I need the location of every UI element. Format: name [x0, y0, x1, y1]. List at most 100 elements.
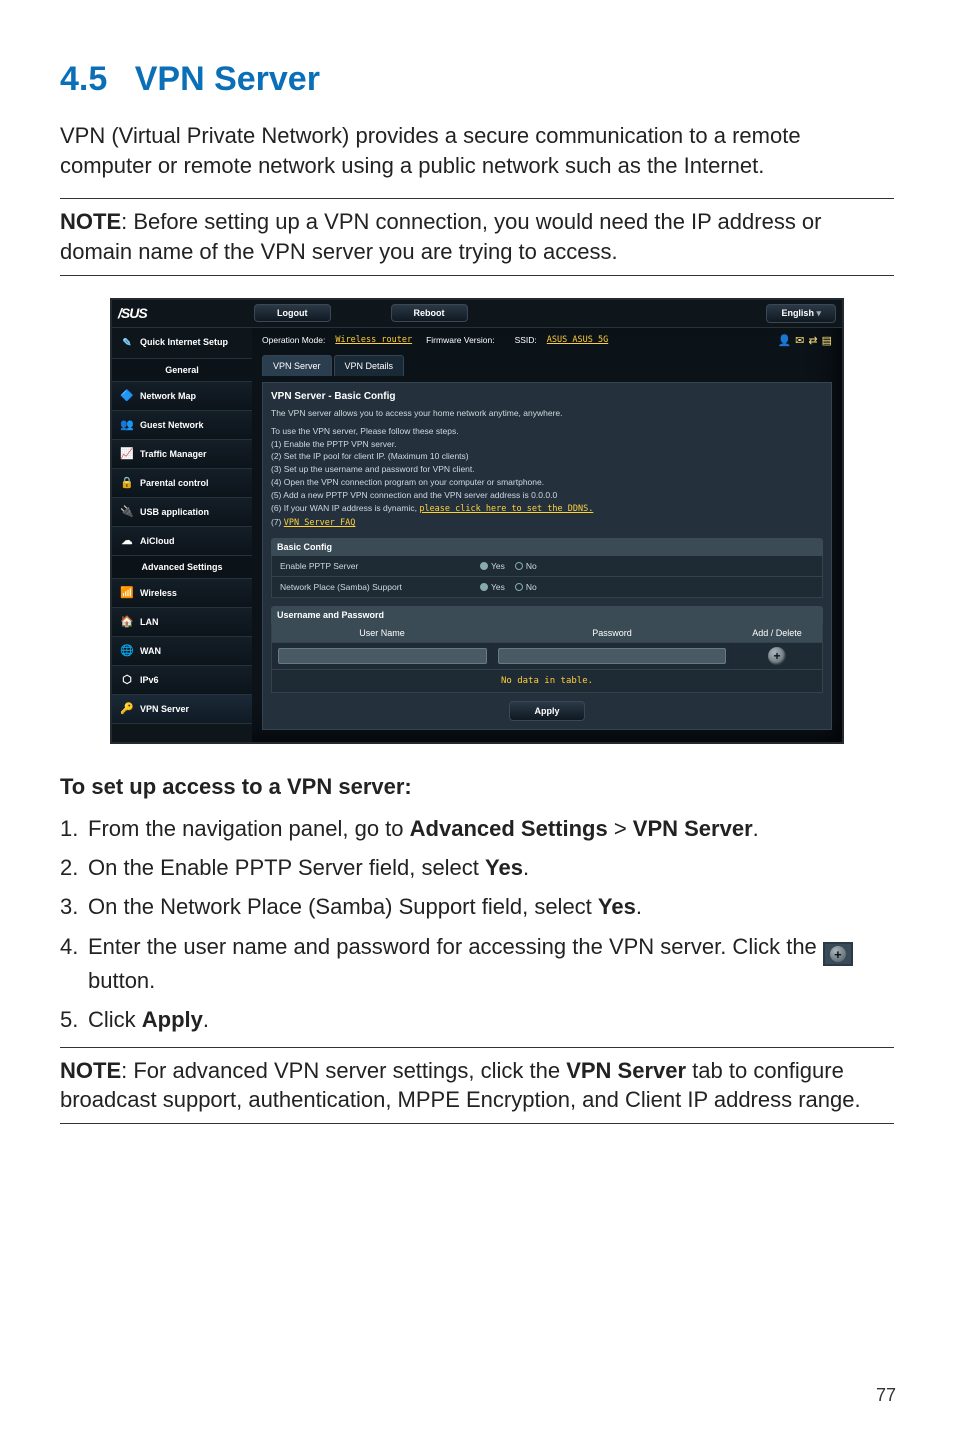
user-icon[interactable]: 👤	[777, 334, 791, 347]
sidebar-item-label: Quick Internet Setup	[140, 338, 228, 348]
sidebar-icon: ☁	[120, 534, 134, 548]
sidebar-icon: 👥	[120, 418, 134, 432]
sidebar-item[interactable]: 🔷 Network Map	[112, 382, 252, 411]
note-text: : Before setting up a VPN connection, yo…	[60, 209, 822, 264]
sidebar-item-label: IPv6	[140, 675, 159, 685]
sidebar-item-label: Network Map	[140, 391, 196, 401]
col-password: Password	[492, 624, 732, 642]
instruction-text: On the Enable PPTP Server field, select …	[88, 853, 894, 882]
panel-step: (4) Open the VPN connection program on y…	[271, 477, 823, 489]
sidebar-item[interactable]: 📈 Traffic Manager	[112, 440, 252, 469]
sidebar-item[interactable]: 🔒Parental control	[112, 469, 252, 498]
instruction-number: 4.	[60, 932, 88, 996]
add-button[interactable]: +	[768, 647, 786, 665]
sidebar-quick-internet-setup[interactable]: ✎ Quick Internet Setup	[112, 328, 252, 359]
sidebar-icon: 🔷	[120, 389, 134, 403]
panel-title: VPN Server - Basic Config	[271, 391, 823, 402]
sidebar-item[interactable]: ⬡ IPv6	[112, 666, 252, 695]
wand-icon: ✎	[120, 336, 134, 350]
basic-config-header: Basic Config	[271, 538, 823, 556]
sidebar-item-label: Traffic Manager	[140, 449, 207, 459]
sidebar-icon: 📈	[120, 447, 134, 461]
step-7: (7) VPN Server FAQ	[271, 517, 823, 530]
logout-button[interactable]: Logout	[254, 304, 331, 322]
instruction-number: 1.	[60, 814, 88, 843]
sidebar-item[interactable]: 📶Wireless	[112, 579, 252, 608]
instruction-text: Click Apply.	[88, 1005, 894, 1034]
language-selector[interactable]: English ▾	[766, 304, 836, 323]
sidebar-item-label: VPN Server	[140, 704, 189, 714]
add-icon: +	[823, 942, 853, 966]
note-text-a: : For advanced VPN server settings, clic…	[121, 1058, 566, 1083]
panel-step: (2) Set the IP pool for client IP. (Maxi…	[271, 451, 823, 463]
instructions-list: 1.From the navigation panel, go to Advan…	[60, 814, 894, 1035]
status-bar: Operation Mode: Wireless router Firmware…	[262, 334, 832, 351]
mail-icon[interactable]: ✉	[795, 334, 804, 347]
note-bold: VPN Server	[566, 1058, 686, 1083]
screenshot-topbar: /SUS Logout Reboot English ▾	[112, 300, 842, 328]
step-6: (6) If your WAN IP address is dynamic, p…	[271, 503, 823, 516]
sidebar-icon: 🏠	[120, 615, 134, 629]
panel-step: (5) Add a new PPTP VPN connection and th…	[271, 490, 823, 502]
sidebar: ✎ Quick Internet Setup General 🔷Network …	[112, 328, 252, 742]
sidebar-item-label: AiCloud	[140, 536, 175, 546]
instruction-text: On the Network Place (Samba) Support fie…	[88, 892, 894, 921]
apply-button[interactable]: Apply	[509, 701, 584, 721]
panel-steps: To use the VPN server, Please follow the…	[271, 426, 823, 530]
radio-no[interactable]: No	[515, 561, 537, 571]
instruction-number: 2.	[60, 853, 88, 882]
ddns-link[interactable]: please click here to set the DDNS.	[419, 504, 593, 514]
firmware-label: Firmware Version:	[426, 335, 495, 345]
note-label: NOTE	[60, 209, 121, 234]
radio-yes[interactable]: Yes	[480, 582, 505, 592]
sidebar-icon: ⬡	[120, 673, 134, 687]
radio-yes[interactable]: Yes	[480, 561, 505, 571]
no-data-text: No data in table.	[271, 670, 823, 693]
sidebar-item[interactable]: 👥Guest Network	[112, 411, 252, 440]
vpn-faq-link[interactable]: VPN Server FAQ	[284, 518, 356, 528]
username-input[interactable]	[278, 648, 487, 664]
sidebar-item[interactable]: 🔌USB application	[112, 498, 252, 527]
note-box-bottom: NOTE: For advanced VPN server settings, …	[60, 1047, 894, 1124]
reboot-button[interactable]: Reboot	[391, 304, 468, 322]
sidebar-item-label: WAN	[140, 646, 161, 656]
config-row: Enable PPTP Server Yes No	[271, 556, 823, 577]
usb-icon[interactable]: ⇄	[808, 334, 817, 347]
sidebar-item[interactable]: ☁ AiCloud	[112, 527, 252, 556]
instructions-heading: To set up access to a VPN server:	[60, 774, 894, 800]
sidebar-icon: 🔑	[120, 702, 134, 716]
col-action: Add / Delete	[732, 624, 822, 642]
section-number: 4.5	[60, 60, 107, 98]
chevron-down-icon: ▾	[816, 308, 821, 318]
tab-vpn-server[interactable]: VPN Server	[262, 355, 332, 376]
table-input-row: +	[271, 643, 823, 670]
radio-no[interactable]: No	[515, 582, 537, 592]
note-box-top: NOTE: Before setting up a VPN connection…	[60, 198, 894, 275]
ssid-value-link[interactable]: ASUS ASUS_5G	[547, 335, 608, 345]
sidebar-icon: 🌐	[120, 644, 134, 658]
router-ui-screenshot: /SUS Logout Reboot English ▾ ✎ Quick Int…	[110, 298, 844, 744]
tab-vpn-details[interactable]: VPN Details	[334, 355, 405, 376]
config-label: Enable PPTP Server	[272, 556, 472, 576]
sidebar-item[interactable]: 🔑 VPN Server	[112, 695, 252, 724]
section-title: VPN Server	[135, 60, 320, 98]
opmode-label: Operation Mode:	[262, 335, 325, 345]
password-input[interactable]	[498, 648, 726, 664]
config-label: Network Place (Samba) Support	[272, 577, 472, 597]
sidebar-header-advanced: Advanced Settings	[112, 556, 252, 579]
instruction-item: 5.Click Apply.	[60, 1005, 894, 1034]
page-number: 77	[876, 1385, 896, 1406]
opmode-value-link[interactable]: Wireless router	[335, 335, 412, 345]
instruction-text: From the navigation panel, go to Advance…	[88, 814, 894, 843]
panel-step: (1) Enable the PPTP VPN server.	[271, 439, 823, 451]
sidebar-item[interactable]: 🌐 WAN	[112, 637, 252, 666]
tab-bar: VPN Server VPN Details	[262, 355, 832, 376]
brand-logo: /SUS	[118, 305, 254, 321]
table-header: User Name Password Add / Delete	[271, 624, 823, 643]
steps-intro: To use the VPN server, Please follow the…	[271, 426, 823, 438]
device-icon[interactable]: ▤	[822, 334, 832, 347]
sidebar-item[interactable]: 🏠LAN	[112, 608, 252, 637]
instruction-item: 1.From the navigation panel, go to Advan…	[60, 814, 894, 843]
intro-paragraph: VPN (Virtual Private Network) provides a…	[60, 121, 894, 180]
username-password-header: Username and Password	[271, 606, 823, 624]
